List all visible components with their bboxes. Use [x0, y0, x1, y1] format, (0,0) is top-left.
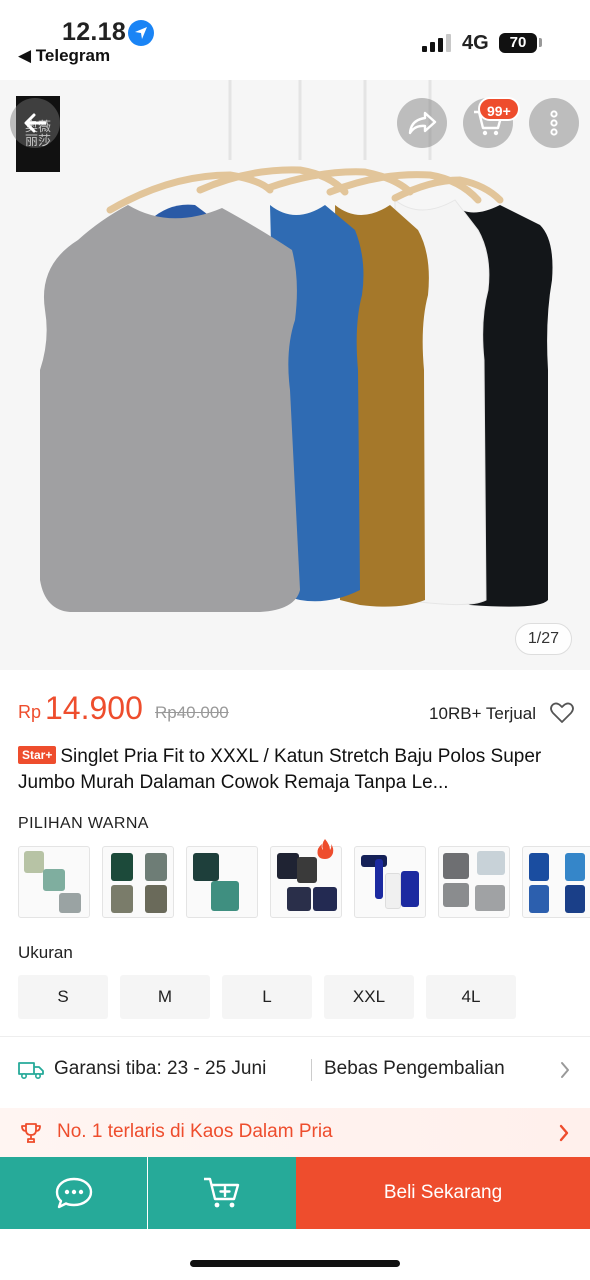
- share-button[interactable]: [397, 98, 447, 148]
- color-variant-1[interactable]: [18, 846, 90, 918]
- size-option-m[interactable]: M: [120, 975, 210, 1019]
- image-counter: 1/27: [514, 623, 572, 655]
- free-returns: Bebas Pengembalian: [324, 1058, 505, 1079]
- status-time: 12.18: [62, 18, 127, 46]
- size-option-s[interactable]: S: [18, 975, 108, 1019]
- bottom-action-bar: Beli Sekarang: [0, 1157, 590, 1229]
- more-vertical-icon: [550, 110, 558, 136]
- add-to-cart-button[interactable]: [148, 1157, 296, 1229]
- divider: [0, 1036, 590, 1037]
- chevron-right-icon: [560, 1061, 570, 1084]
- buy-now-button[interactable]: Beli Sekarang: [296, 1157, 590, 1229]
- color-variant-5[interactable]: [354, 846, 426, 918]
- battery-cap: [539, 38, 542, 47]
- sold-count: 10RB+ Terjual: [429, 704, 536, 723]
- status-bar: 12.18 ◀ Telegram 4G 70: [0, 0, 590, 80]
- truck-icon: [18, 1061, 44, 1084]
- chat-icon: [55, 1177, 92, 1209]
- product-image-carousel[interactable]: 奥薇 丽莎 99+ 1/27: [0, 80, 590, 670]
- chevron-right-icon: [558, 1123, 570, 1148]
- product-photo: [0, 80, 590, 670]
- product-page: 12.18 ◀ Telegram 4G 70 奥薇 丽莎 99+ 1/27 Rp…: [0, 0, 590, 1280]
- product-title-text: Singlet Pria Fit to XXXL / Katun Stretch…: [18, 746, 542, 793]
- color-variant-7[interactable]: [522, 846, 590, 918]
- arrow-left-icon: [24, 113, 47, 133]
- home-indicator[interactable]: [190, 1260, 400, 1267]
- product-title: Star+ Singlet Pria Fit to XXXL / Katun St…: [18, 744, 574, 796]
- shipping-info-row[interactable]: Garansi tiba: 23 - 25 Juni Bebas Pengemb…: [18, 1045, 574, 1095]
- bestseller-banner[interactable]: No. 1 terlaris di Kaos Dalam Pria: [0, 1108, 590, 1158]
- back-to-telegram-link[interactable]: ◀ Telegram: [18, 46, 110, 66]
- size-option-l[interactable]: L: [222, 975, 312, 1019]
- color-options-label: PILIHAN WARNA: [18, 815, 149, 832]
- share-icon: [408, 111, 437, 135]
- color-variant-3[interactable]: [186, 846, 258, 918]
- trophy-icon: [20, 1122, 42, 1149]
- color-variant-list: [18, 846, 590, 918]
- separator: [311, 1059, 312, 1081]
- size-label: Ukuran: [18, 943, 73, 962]
- delivery-guarantee: Garansi tiba: 23 - 25 Juni: [54, 1058, 267, 1079]
- hot-fire-icon: [316, 838, 334, 865]
- favorite-button[interactable]: [550, 702, 574, 729]
- price-row: Rp 14.900 Rp40.000 10RB+ Terjual: [18, 690, 574, 734]
- battery-icon: 70: [499, 33, 537, 53]
- cart-count-badge: 99+: [478, 97, 520, 121]
- bestseller-text: No. 1 terlaris di Kaos Dalam Pria: [57, 1121, 333, 1142]
- back-button[interactable]: [10, 98, 60, 148]
- price-value: 14.900: [45, 690, 143, 726]
- original-price: Rp40.000: [155, 703, 229, 722]
- separator: [147, 1171, 148, 1215]
- size-option-list: S M L XXL 4L: [18, 975, 574, 1019]
- location-arrow-icon: [128, 20, 154, 46]
- network-type: 4G: [462, 32, 489, 54]
- chat-button[interactable]: [0, 1157, 147, 1229]
- star-plus-badge: Star+: [18, 746, 57, 764]
- size-option-4l[interactable]: 4L: [426, 975, 516, 1019]
- color-variant-2[interactable]: [102, 846, 174, 918]
- size-option-xxl[interactable]: XXL: [324, 975, 414, 1019]
- signal-icon: [422, 34, 454, 52]
- more-options-button[interactable]: [529, 98, 579, 148]
- heart-icon: [550, 702, 574, 723]
- add-to-cart-icon: [204, 1177, 240, 1208]
- color-variant-6[interactable]: [438, 846, 510, 918]
- price-currency: Rp: [18, 702, 42, 722]
